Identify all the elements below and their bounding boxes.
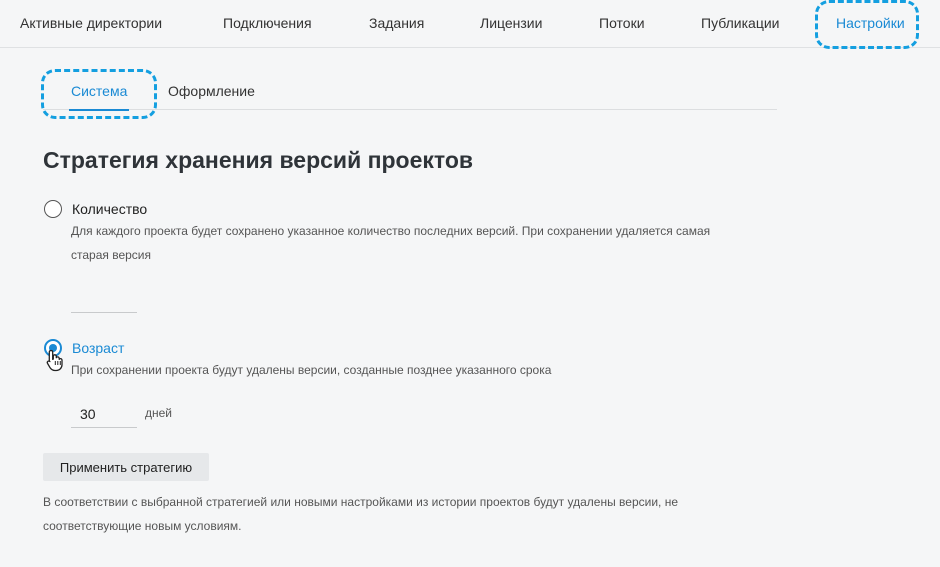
settings-subtabs: Система Оформление [43, 74, 777, 111]
count-radio[interactable] [44, 200, 62, 218]
nav-settings[interactable]: Настройки [836, 0, 905, 47]
nav-tasks[interactable]: Задания [369, 0, 424, 47]
nav-active-directories[interactable]: Активные директории [20, 0, 162, 47]
apply-strategy-button[interactable]: Применить стратегию [43, 453, 209, 481]
count-description: Для каждого проекта будет сохранено указ… [71, 224, 711, 262]
nav-streams[interactable]: Потоки [599, 0, 645, 47]
strategy-note: В соответствии с выбранной стратегией ил… [43, 495, 679, 533]
nav-publications[interactable]: Публикации [701, 0, 779, 47]
count-label[interactable]: Количество [72, 201, 147, 217]
nav-connections[interactable]: Подключения [223, 0, 312, 47]
age-description: При сохранении проекта будут удалены вер… [71, 363, 552, 377]
page-title: Стратегия хранения версий проектов [43, 147, 474, 173]
count-input[interactable] [71, 290, 137, 313]
nav-licenses[interactable]: Лицензии [480, 0, 542, 47]
tab-system[interactable]: Система [68, 74, 130, 111]
hand-pointer-icon [46, 349, 63, 372]
top-navigation: Активные директории Подключения Задания … [0, 0, 940, 48]
age-unit: дней [145, 406, 173, 420]
age-input[interactable] [71, 400, 137, 428]
age-label[interactable]: Возраст [72, 340, 124, 356]
tab-appearance[interactable]: Оформление [168, 74, 255, 109]
